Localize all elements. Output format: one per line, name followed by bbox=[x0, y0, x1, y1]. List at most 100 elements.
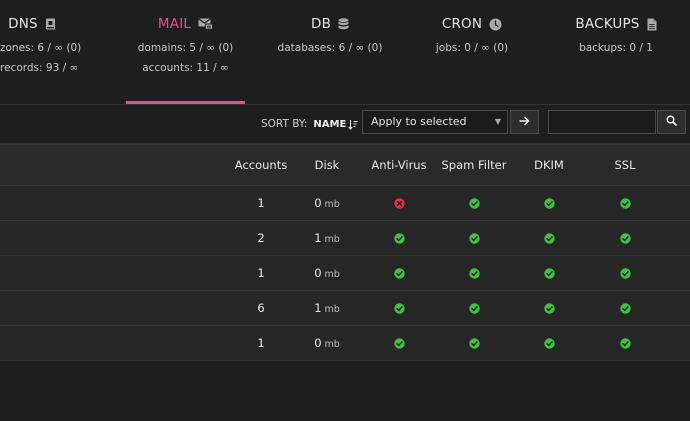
spam-filter-status bbox=[438, 326, 510, 360]
table-row[interactable]: 1 0 mb bbox=[0, 256, 690, 291]
check-circle-icon bbox=[543, 231, 555, 245]
tab-backups-label: BACKUPS bbox=[575, 16, 640, 32]
disk-usage: 0 mb bbox=[298, 186, 356, 220]
check-circle-icon bbox=[393, 301, 405, 315]
antivirus-status bbox=[364, 256, 434, 290]
clock-icon bbox=[489, 18, 502, 31]
disk-usage: 0 mb bbox=[298, 256, 356, 290]
accounts-count: 6 bbox=[257, 301, 265, 315]
search-button[interactable] bbox=[657, 110, 686, 134]
check-circle-icon bbox=[468, 231, 480, 245]
spam-filter-status bbox=[438, 186, 510, 220]
ssl-status bbox=[596, 221, 654, 255]
accounts-count: 1 bbox=[257, 266, 265, 280]
table-body: 1 0 mb 2 1 mb 1 0 mb 6 1 mb 1 0 mb bbox=[0, 186, 690, 361]
spam-filter-status bbox=[438, 256, 510, 290]
check-circle-icon bbox=[393, 266, 405, 280]
dkim-status bbox=[520, 221, 578, 255]
toolbar: SORT BY: NAME Apply to selected ▼ bbox=[0, 104, 690, 144]
dkim-status bbox=[520, 326, 578, 360]
tab-cron-label: CRON bbox=[441, 16, 483, 32]
antivirus-status bbox=[364, 221, 434, 255]
check-circle-icon bbox=[468, 196, 480, 210]
dkim-status bbox=[520, 186, 578, 220]
disk-unit: mb bbox=[324, 304, 340, 315]
check-circle-icon bbox=[543, 196, 555, 210]
tab-db[interactable]: DB databases: 6 / ∞ (0) bbox=[264, 0, 396, 104]
check-circle-icon bbox=[619, 231, 631, 245]
tab-mail[interactable]: MAIL domains: 5 / ∞ (0) accounts: 11 / ∞ bbox=[126, 0, 245, 104]
bulk-action-select[interactable]: Apply to selected ▼ bbox=[362, 110, 508, 134]
dkim-status bbox=[520, 291, 578, 325]
table-header: Accounts Disk Anti-Virus Spam Filter DKI… bbox=[0, 144, 690, 186]
tab-backups[interactable]: BACKUPS backups: 0 / 1 bbox=[562, 0, 670, 104]
check-circle-icon bbox=[619, 266, 631, 280]
ssl-status bbox=[596, 256, 654, 290]
sort-direction-icon[interactable] bbox=[348, 119, 358, 130]
file-icon bbox=[647, 18, 657, 31]
accounts-count: 1 bbox=[257, 196, 265, 210]
table-row[interactable]: 6 1 mb bbox=[0, 291, 690, 326]
disk-usage: 1 mb bbox=[298, 291, 356, 325]
check-circle-icon bbox=[393, 336, 405, 350]
check-circle-icon bbox=[619, 336, 631, 350]
disk-value: 0 bbox=[314, 266, 322, 280]
spam-filter-status bbox=[438, 221, 510, 255]
chevron-down-icon: ▼ bbox=[494, 117, 501, 126]
ssl-status bbox=[596, 326, 654, 360]
backups-stat: backups: 0 / 1 bbox=[579, 42, 653, 54]
disk-value: 1 bbox=[314, 301, 322, 315]
header-ssl[interactable]: SSL bbox=[596, 145, 654, 185]
header-accounts[interactable]: Accounts bbox=[230, 145, 292, 185]
sort-label: SORT BY: bbox=[261, 118, 308, 130]
check-circle-icon bbox=[468, 301, 480, 315]
tab-dns-label: DNS bbox=[8, 16, 38, 32]
antivirus-status bbox=[364, 291, 434, 325]
check-circle-icon bbox=[468, 336, 480, 350]
disk-value: 0 bbox=[314, 196, 322, 210]
disk-unit: mb bbox=[324, 234, 340, 245]
mail-accounts-stat: accounts: 11 / ∞ bbox=[142, 62, 229, 74]
disk-usage: 1 mb bbox=[298, 221, 356, 255]
database-icon bbox=[338, 17, 349, 31]
table-row[interactable]: 1 0 mb bbox=[0, 326, 690, 361]
disk-value: 0 bbox=[314, 336, 322, 350]
cron-jobs-stat: jobs: 0 / ∞ (0) bbox=[435, 42, 509, 54]
header-antivirus[interactable]: Anti-Virus bbox=[364, 145, 434, 185]
dns-zones-stat: zones: 6 / ∞ (0) bbox=[0, 42, 82, 54]
apply-button[interactable] bbox=[510, 110, 539, 134]
ssl-status bbox=[596, 291, 654, 325]
bulk-action-value: Apply to selected bbox=[371, 115, 467, 128]
disk-unit: mb bbox=[324, 269, 340, 280]
book-icon bbox=[45, 18, 56, 30]
table-row[interactable]: 1 0 mb bbox=[0, 186, 690, 221]
sort-value[interactable]: NAME bbox=[313, 119, 346, 130]
check-circle-icon bbox=[393, 231, 405, 245]
accounts-count: 2 bbox=[257, 231, 265, 245]
disk-value: 1 bbox=[314, 231, 322, 245]
check-circle-icon bbox=[468, 266, 480, 280]
tab-cron[interactable]: CRON jobs: 0 / ∞ (0) bbox=[422, 0, 522, 104]
spam-filter-status bbox=[438, 291, 510, 325]
antivirus-status bbox=[364, 186, 434, 220]
check-circle-icon bbox=[619, 196, 631, 210]
header-disk[interactable]: Disk bbox=[298, 145, 356, 185]
check-circle-icon bbox=[543, 266, 555, 280]
error-circle-icon bbox=[393, 196, 405, 210]
dkim-status bbox=[520, 256, 578, 290]
arrow-right-icon bbox=[519, 116, 530, 129]
check-circle-icon bbox=[619, 301, 631, 315]
table-row[interactable]: 2 1 mb bbox=[0, 221, 690, 256]
disk-usage: 0 mb bbox=[298, 326, 356, 360]
search-icon bbox=[666, 115, 677, 129]
tab-dns[interactable]: DNS zones: 6 / ∞ (0) records: 93 / ∞ bbox=[0, 0, 82, 104]
dns-records-stat: records: 93 / ∞ bbox=[0, 62, 79, 74]
search-input[interactable] bbox=[548, 110, 656, 134]
header-dkim[interactable]: DKIM bbox=[520, 145, 578, 185]
tab-db-label: DB bbox=[310, 16, 332, 32]
mail-stack-icon bbox=[198, 18, 214, 30]
check-circle-icon bbox=[543, 336, 555, 350]
header-spam-filter[interactable]: Spam Filter bbox=[438, 145, 510, 185]
ssl-status bbox=[596, 186, 654, 220]
sort-control[interactable]: SORT BY: NAME bbox=[261, 118, 358, 130]
